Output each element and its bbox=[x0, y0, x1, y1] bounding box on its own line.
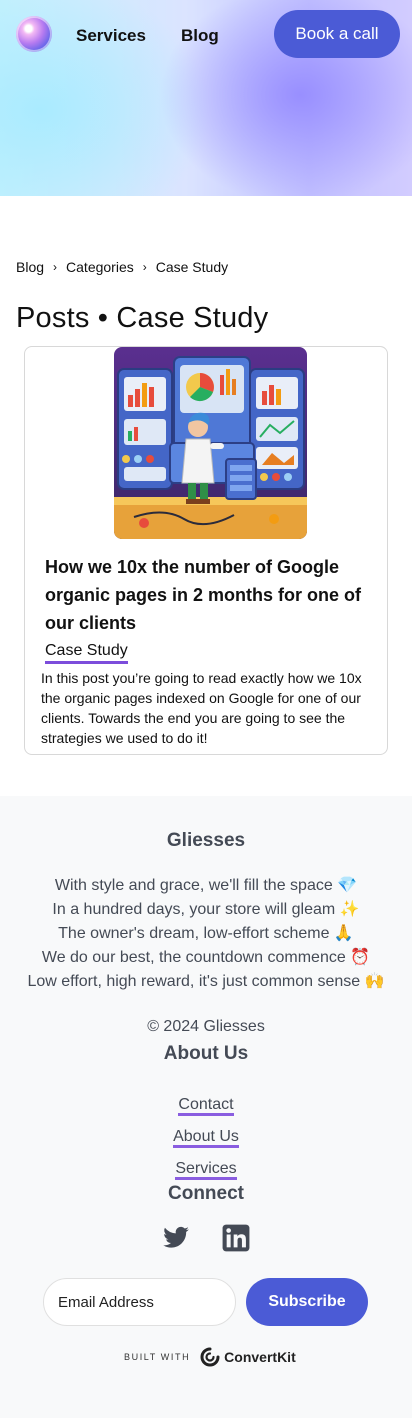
breadcrumb-current: Case Study bbox=[155, 259, 229, 275]
about-heading: About Us bbox=[163, 1043, 249, 1064]
built-with-convertkit[interactable]: BUILT WITH ConvertKit bbox=[124, 1347, 296, 1367]
chevron-right-icon: › bbox=[53, 260, 58, 274]
nav-blog[interactable]: Blog bbox=[181, 26, 219, 46]
email-input[interactable] bbox=[43, 1278, 236, 1326]
page-title: Posts • Case Study bbox=[16, 302, 269, 334]
footer-link-services[interactable]: Services bbox=[0, 1159, 412, 1180]
footer-poem: With style and grace, we'll fill the spa… bbox=[0, 874, 412, 994]
site-logo[interactable] bbox=[16, 16, 52, 52]
breadcrumb-blog[interactable]: Blog bbox=[16, 259, 44, 275]
connect-heading: Connect bbox=[168, 1183, 244, 1204]
subscribe-button[interactable]: Subscribe bbox=[246, 1278, 368, 1326]
post-excerpt: In this post you’re going to read exactl… bbox=[41, 670, 362, 746]
linkedin-icon[interactable] bbox=[222, 1224, 250, 1252]
book-a-call-button[interactable]: Book a call bbox=[274, 10, 400, 58]
twitter-icon[interactable] bbox=[162, 1224, 190, 1252]
post-thumbnail[interactable] bbox=[114, 347, 307, 539]
footer-link-label[interactable]: Contact bbox=[178, 1096, 234, 1116]
convertkit-logo-icon bbox=[200, 1347, 220, 1367]
hero-header: Services Blog Book a call bbox=[0, 0, 412, 196]
footer-brand: Gliesses bbox=[166, 830, 246, 851]
site-footer: Gliesses With style and grace, we'll fil… bbox=[0, 796, 412, 1418]
breadcrumb: Blog › Categories › Case Study bbox=[16, 259, 228, 275]
poem-line: Low effort, high reward, it's just commo… bbox=[27, 973, 385, 990]
post-category-tag[interactable]: Case Study bbox=[45, 641, 128, 664]
poem-line: The owner's dream, low-effort scheme 🙏 bbox=[58, 925, 354, 942]
poem-line: We do our best, the countdown commence ⏰ bbox=[41, 949, 371, 966]
poem-line: In a hundred days, your store will gleam… bbox=[52, 901, 360, 918]
footer-link-label[interactable]: Services bbox=[175, 1160, 237, 1180]
chevron-right-icon: › bbox=[142, 260, 147, 274]
nav-services[interactable]: Services bbox=[76, 26, 146, 46]
footer-link-contact[interactable]: Contact bbox=[0, 1095, 412, 1116]
convertkit-name: ConvertKit bbox=[224, 1349, 296, 1365]
footer-link-about[interactable]: About Us bbox=[0, 1127, 412, 1148]
post-card[interactable]: How we 10x the number of Google organic … bbox=[24, 346, 388, 755]
built-with-label: BUILT WITH bbox=[124, 1352, 191, 1362]
breadcrumb-categories[interactable]: Categories bbox=[66, 259, 134, 275]
copyright: © 2024 Gliesses bbox=[147, 1018, 265, 1035]
scientist-dashboard-illustration bbox=[114, 347, 307, 539]
post-title[interactable]: How we 10x the number of Google organic … bbox=[45, 553, 380, 637]
footer-link-label[interactable]: About Us bbox=[173, 1128, 239, 1148]
poem-line: With style and grace, we'll fill the spa… bbox=[54, 877, 358, 894]
